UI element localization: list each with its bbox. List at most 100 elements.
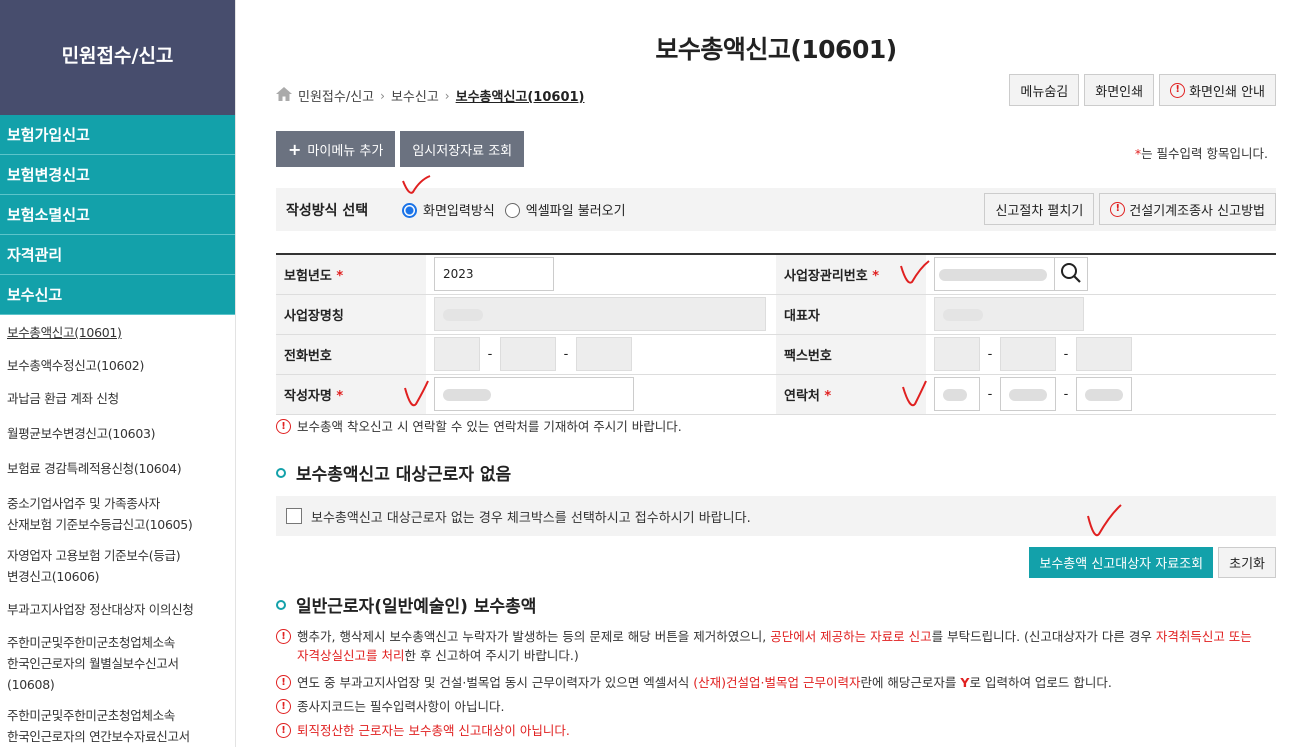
writer-label: 작성자명 * (276, 374, 426, 415)
insurance-year-label: 보험년도 * (276, 254, 426, 295)
sidebar-submenu: 보수총액신고(10601) 보수총액수정신고(10602) 과납금 환급 계좌 … (0, 322, 235, 747)
required-note: *는 필수입력 항목입니다. (1135, 143, 1268, 162)
chevron-right-icon: › (444, 88, 450, 103)
form-row: 보험년도 * 2023 사업장관리번호 * (276, 254, 1276, 295)
general-notice-3: ! 종사지코드는 필수입력사항이 아닙니다. (276, 697, 504, 716)
sidebar-item-insurance-join[interactable]: 보험가입신고 (0, 115, 235, 155)
method-label: 작성방식 선택 (286, 202, 369, 219)
submenu-item-10605-line2[interactable]: 산재보험 기준보수등급신고(10605) (0, 514, 235, 535)
sidebar-item-insurance-loss[interactable]: 보험소멸신고 (0, 195, 235, 235)
form-row: 전화번호 -- 팩스번호 -- (276, 334, 1276, 375)
method-option-excel-label: 엑셀파일 불러오기 (525, 204, 626, 219)
workplace-name-input (434, 297, 766, 331)
main-content: 보수총액신고(10601) 민원접수/신고 › 보수신고 › 보수총액신고(10… (276, 0, 1276, 747)
no-target-checkbox-label: 보수총액신고 대상근로자 없는 경우 체크박스를 선택하시고 접수하시기 바랍니… (311, 510, 751, 526)
add-my-menu-label: 마이메뉴 추가 (307, 143, 384, 159)
sidebar-item-wage-report[interactable]: 보수신고 (0, 275, 235, 315)
temp-saved-button[interactable]: 임시저장자료 조회 (400, 131, 525, 167)
home-icon[interactable] (276, 86, 292, 105)
sidebar: 민원접수/신고 보험가입신고 보험변경신고 보험소멸신고 자격관리 보수신고 보… (0, 0, 236, 747)
top-buttons: 메뉴숨김 화면인쇄 ! 화면인쇄 안내 (1009, 74, 1276, 106)
method-option-excel[interactable]: 엑셀파일 불러오기 (504, 200, 626, 219)
method-option-screen[interactable]: 화면입력방식 (402, 200, 495, 219)
form-row: 작성자명 * 연락처 * -- (276, 374, 1276, 415)
print-button[interactable]: 화면인쇄 (1084, 74, 1155, 106)
contact-notice: ! 보수총액 착오신고 시 연락할 수 있는 연락처를 기재하여 주시기 바랍니… (276, 417, 682, 436)
contact-part2-input[interactable] (1000, 377, 1056, 411)
fax-part3-input (1076, 337, 1132, 371)
method-buttons: 신고절차 펼치기 ! 건설기계조종사 신고방법 (984, 193, 1276, 225)
no-target-check-bar: 보수총액신고 대상근로자 없는 경우 체크박스를 선택하시고 접수하시기 바랍니… (276, 496, 1276, 536)
lookup-button[interactable]: 보수총액 신고대상자 자료조회 (1029, 547, 1214, 578)
submenu-item-refund-account[interactable]: 과납금 환급 계좌 신청 (0, 388, 235, 409)
contact-part3-input[interactable] (1076, 377, 1132, 411)
general-section-title: 일반근로자(일반예술인) 보수총액 (276, 592, 536, 617)
workplace-no-label: 사업장관리번호 * (776, 254, 926, 295)
fax-label: 팩스번호 (776, 334, 926, 375)
general-notice-4: ! 퇴직정산한 근로자는 보수총액 신고대상이 아닙니다. (276, 721, 570, 740)
exclamation-icon: ! (276, 629, 291, 644)
action-buttons: 보수총액 신고대상자 자료조회 초기화 (1029, 547, 1276, 578)
page-title: 보수총액신고(10601) (655, 35, 897, 64)
construction-guide-label: 건설기계조종사 신고방법 (1129, 203, 1265, 219)
phone-part3-input (576, 337, 632, 371)
contact-label: 연락처 * (776, 374, 926, 415)
fax-part1-input (934, 337, 980, 371)
form-row: 사업장명칭 대표자 (276, 294, 1276, 335)
no-target-checkbox[interactable] (286, 508, 302, 524)
toolbar: + 마이메뉴 추가 임시저장자료 조회 (276, 131, 525, 167)
exclamation-icon: ! (276, 675, 291, 690)
plus-icon: + (288, 139, 302, 159)
reset-button[interactable]: 초기화 (1218, 547, 1276, 578)
submenu-item-10608-line1[interactable]: 주한미군및주한미군초청업체소속 (0, 632, 235, 653)
submenu-item-objection[interactable]: 부과고지사업장 정산대상자 이의신청 (0, 599, 235, 620)
submenu-item-10603[interactable]: 월평균보수변경신고(10603) (0, 423, 235, 444)
search-button[interactable] (1054, 257, 1088, 292)
method-option-screen-label: 화면입력방식 (423, 204, 495, 219)
breadcrumb-item-current[interactable]: 보수총액신고(10601) (456, 86, 585, 105)
construction-guide-button[interactable]: ! 건설기계조종사 신고방법 (1099, 193, 1276, 225)
exclamation-icon: ! (276, 419, 291, 434)
exclamation-icon: ! (276, 699, 291, 714)
submenu-item-10606-line2[interactable]: 변경신고(10606) (0, 566, 235, 587)
submenu-item-10605-line1[interactable]: 중소기업사업주 및 가족종사자 (0, 493, 235, 514)
submenu-item-10608-line2[interactable]: 한국인근로자의 월별실보수신고서 (0, 653, 235, 674)
expand-procedure-button[interactable]: 신고절차 펼치기 (984, 193, 1095, 225)
writer-input[interactable] (434, 377, 634, 411)
submenu-item-10604[interactable]: 보험료 경감특례적용신청(10604) (0, 458, 235, 479)
exclamation-icon: ! (1170, 82, 1186, 98)
fax-part2-input (1000, 337, 1056, 371)
menu-hide-button[interactable]: 메뉴숨김 (1009, 74, 1080, 106)
insurance-year-input[interactable]: 2023 (434, 257, 554, 292)
phone-part1-input (434, 337, 480, 371)
bullet-icon (276, 467, 286, 478)
no-target-section-title: 보수총액신고 대상근로자 없음 (276, 460, 511, 485)
contact-part1-input[interactable] (934, 377, 980, 411)
general-notice-2: ! 연도 중 부과고지사업장 및 건설·벌목업 동시 근무이력자가 있으면 엑셀… (276, 673, 1266, 692)
submenu-item-10606-line1[interactable]: 자영업자 고용보험 기준보수(등급) (0, 545, 235, 566)
bullet-icon (276, 599, 286, 610)
breadcrumb-item-civil[interactable]: 민원접수/신고 (298, 86, 374, 105)
print-guide-button[interactable]: ! 화면인쇄 안내 (1159, 74, 1276, 106)
submenu-item-annual-line1[interactable]: 주한미군및주한미군초청업체소속 (0, 705, 235, 726)
submenu-item-10602[interactable]: 보수총액수정신고(10602) (0, 355, 235, 376)
print-guide-label: 화면인쇄 안내 (1189, 84, 1265, 100)
chevron-right-icon: › (380, 88, 385, 103)
submenu-item-10601[interactable]: 보수총액신고(10601) (0, 322, 235, 343)
breadcrumb: 민원접수/신고 › 보수신고 › 보수총액신고(10601) (276, 86, 584, 105)
report-form: 보험년도 * 2023 사업장관리번호 * 사업장명칭 대표자 전화번호 -- … (276, 253, 1276, 415)
radio-excel[interactable] (504, 203, 520, 218)
representative-input (934, 297, 1084, 331)
workplace-no-input[interactable] (934, 257, 1054, 292)
submenu-item-annual-line2[interactable]: 한국인근로자의 연간보수자료신고서 (0, 726, 235, 747)
add-my-menu-button[interactable]: + 마이메뉴 추가 (276, 131, 396, 167)
sidebar-item-qualification[interactable]: 자격관리 (0, 235, 235, 275)
workplace-name-label: 사업장명칭 (276, 294, 426, 335)
submenu-item-10608-line3[interactable]: (10608) (0, 674, 235, 695)
sidebar-item-insurance-change[interactable]: 보험변경신고 (0, 155, 235, 195)
exclamation-icon: ! (276, 723, 291, 738)
search-icon (1060, 263, 1082, 284)
sidebar-title: 민원접수/신고 (0, 0, 235, 115)
breadcrumb-item-wage[interactable]: 보수신고 (391, 86, 439, 105)
radio-screen[interactable] (402, 203, 417, 218)
